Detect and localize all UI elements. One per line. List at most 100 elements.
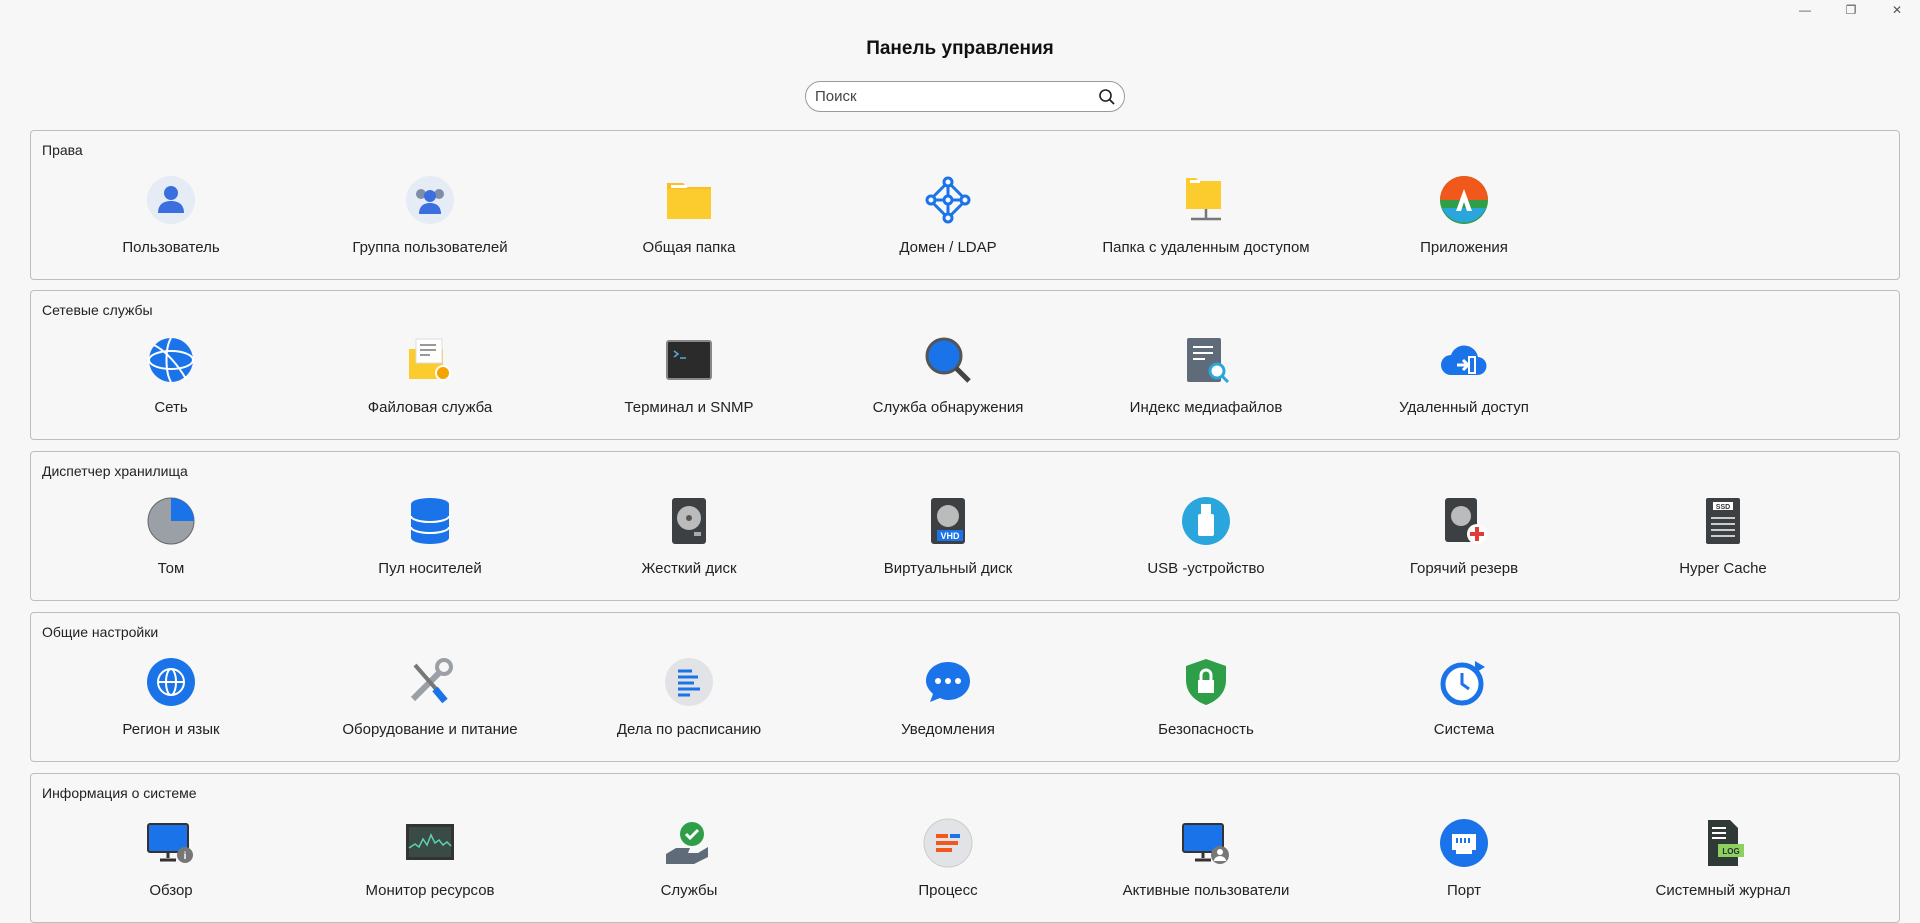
section-1: Права Пользователь Группа пользователей Общ… <box>30 130 1900 280</box>
system-log-icon: LOG <box>1708 820 1744 866</box>
control-item[interactable]: Монитор ресурсов <box>310 818 550 899</box>
storage-pool-icon <box>410 498 450 544</box>
services-check-icon <box>666 822 708 864</box>
remote-access-cloud-icon <box>1441 345 1487 376</box>
media-index-icon <box>1187 338 1230 384</box>
section-title: Сетевые службы <box>42 302 153 318</box>
control-item-label: Уведомления <box>901 721 995 738</box>
control-item[interactable]: Группа пользователей <box>310 175 550 256</box>
shared-folder-icon <box>667 183 711 219</box>
process-icon <box>923 818 973 868</box>
user-group-icon <box>406 176 454 224</box>
control-item[interactable]: Пул носителей <box>310 496 550 577</box>
svg-text:LOG: LOG <box>1722 847 1739 856</box>
minimize-button[interactable]: — <box>1782 0 1828 20</box>
control-item-label: Порт <box>1446 882 1481 899</box>
control-item-label: Дела по расписанию <box>616 721 762 738</box>
control-item[interactable]: Приложения <box>1344 175 1584 256</box>
control-item-label: Системный журнал <box>1655 882 1791 899</box>
search-box <box>805 81 1125 112</box>
applications-icon <box>1440 176 1488 224</box>
discovery-magnifier-icon <box>925 337 971 383</box>
control-item[interactable]: Процесс <box>828 818 1068 899</box>
svg-text:VHD: VHD <box>940 531 960 541</box>
control-item[interactable]: USB -устройство <box>1086 496 1326 577</box>
network-globe-icon <box>148 337 194 383</box>
control-item[interactable]: Порт <box>1344 818 1584 899</box>
restore-button[interactable]: ❐ <box>1828 0 1874 20</box>
close-button[interactable]: ✕ <box>1874 0 1920 20</box>
control-item[interactable]: Горячий резерв <box>1344 496 1584 577</box>
control-item[interactable]: VHD Виртуальный диск <box>828 496 1068 577</box>
control-item-label: Индекс медиафайлов <box>1129 399 1283 416</box>
control-item-label: Hyper Cache <box>1679 560 1767 577</box>
control-item[interactable]: Пользователь <box>51 175 291 256</box>
control-item[interactable]: Дела по расписанию <box>569 657 809 738</box>
section-5: Информация о системе i Обзор Монитор ресурс… <box>30 773 1900 923</box>
scheduled-tasks-icon <box>665 658 713 706</box>
control-item[interactable]: Безопасность <box>1086 657 1326 738</box>
control-item[interactable]: SSD Hyper Cache <box>1603 496 1843 577</box>
section-4: Общие настройки Регион и язык Оборудование… <box>30 612 1900 762</box>
section-3: Диспетчер хранилища Том Пул носителей Жестк… <box>30 451 1900 601</box>
control-item-label: Служба обнаружения <box>872 399 1024 416</box>
control-item-label: Безопасность <box>1158 721 1254 738</box>
window-controls: — ❐ ✕ <box>1782 0 1920 20</box>
control-item[interactable]: Регион и язык <box>51 657 291 738</box>
search-input[interactable] <box>815 88 1098 105</box>
page-title: Панель управления <box>866 38 1054 59</box>
control-item[interactable]: Общая папка <box>569 175 809 256</box>
control-item-label: Жесткий диск <box>641 560 737 577</box>
control-item-label: Терминал и SNMP <box>624 399 754 416</box>
security-shield-icon <box>1186 659 1226 705</box>
notification-chat-icon <box>926 662 970 702</box>
virtual-disk-vhd-icon: VHD <box>931 498 965 544</box>
control-item[interactable]: Терминал и SNMP <box>569 335 809 416</box>
control-item-label: Обзор <box>149 882 193 899</box>
control-item[interactable]: Активные пользователи <box>1086 818 1326 899</box>
control-item[interactable]: Сеть <box>51 335 291 416</box>
control-item-label: Монитор ресурсов <box>365 882 495 899</box>
control-item[interactable]: Службы <box>569 818 809 899</box>
section-title: Диспетчер хранилища <box>42 463 188 479</box>
domain-ldap-icon <box>925 176 971 224</box>
svg-text:i: i <box>184 851 187 862</box>
control-item[interactable]: Жесткий диск <box>569 496 809 577</box>
control-item-label: Домен / LDAP <box>899 239 997 256</box>
control-item[interactable]: Удаленный доступ <box>1344 335 1584 416</box>
remote-folder-icon <box>1186 178 1221 221</box>
control-item[interactable]: i Обзор <box>51 818 291 899</box>
control-item-label: Том <box>157 560 185 577</box>
control-item[interactable]: Оборудование и питание <box>310 657 550 738</box>
control-item[interactable]: Домен / LDAP <box>828 175 1068 256</box>
control-item-label: Папка с удаленным доступом <box>1102 239 1310 256</box>
usb-device-icon <box>1182 497 1230 545</box>
control-item-label: Удаленный доступ <box>1399 399 1529 416</box>
system-clock-icon <box>1440 661 1485 706</box>
control-item-label: Система <box>1433 721 1495 738</box>
control-item-label: Активные пользователи <box>1122 882 1290 899</box>
control-item-label: USB -устройство <box>1147 560 1265 577</box>
control-item-label: Оборудование и питание <box>342 721 518 738</box>
volume-pie-icon <box>147 497 195 545</box>
control-item-label: Файловая служба <box>367 399 493 416</box>
search-icon[interactable] <box>1098 88 1116 106</box>
terminal-icon <box>666 340 712 380</box>
svg-text:SSD: SSD <box>1716 504 1730 511</box>
control-item-label: Службы <box>660 882 718 899</box>
control-item-label: Регион и язык <box>122 721 220 738</box>
control-item[interactable]: Служба обнаружения <box>828 335 1068 416</box>
control-item[interactable]: Система <box>1344 657 1584 738</box>
section-title: Общие настройки <box>42 624 159 640</box>
control-item-label: Виртуальный диск <box>883 560 1013 577</box>
control-item[interactable]: Файловая служба <box>310 335 550 416</box>
control-item[interactable]: Папка с удаленным доступом <box>1086 175 1326 256</box>
control-item[interactable]: LOG Системный журнал <box>1603 818 1843 899</box>
control-item-label: Группа пользователей <box>352 239 508 256</box>
control-item[interactable]: Индекс медиафайлов <box>1086 335 1326 416</box>
control-item[interactable]: Том <box>51 496 291 577</box>
resource-monitor-icon <box>406 824 454 860</box>
region-globe-icon <box>147 658 195 706</box>
control-item[interactable]: Уведомления <box>828 657 1068 738</box>
hardware-tools-icon <box>410 658 453 704</box>
